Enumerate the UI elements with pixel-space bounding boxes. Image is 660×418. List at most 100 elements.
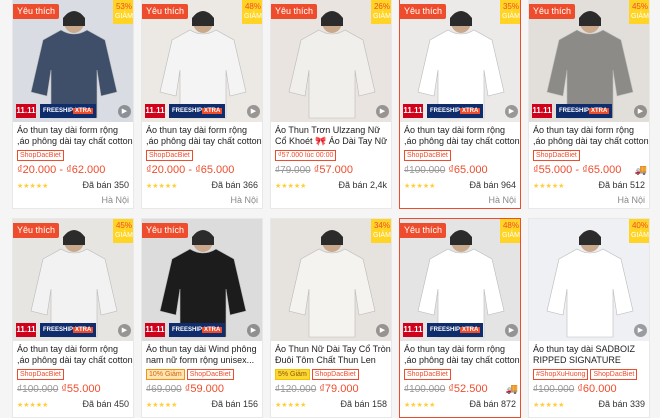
discount-word: GIẢM bbox=[631, 13, 649, 20]
discount-badge: 48% GIẢM bbox=[500, 219, 520, 243]
product-card[interactable]: Yêu thích 35% GIẢM 11.11 FREESHIP XTRA ▶ Áo thu… bbox=[399, 0, 521, 209]
product-card[interactable]: Yêu thích 48% GIẢM 11.11 FREESHIP XTRA ▶ Áo thu… bbox=[399, 218, 521, 418]
rating-stars: ★★★★★ bbox=[146, 183, 178, 190]
discount-word: GIẢM bbox=[244, 13, 262, 20]
sold-count: Đã bán 512 bbox=[598, 180, 645, 190]
product-title[interactable]: Áo Thun Trơn Ulzzang Nữ Cổ Khoét 🎀 Áo Dà… bbox=[275, 125, 391, 147]
discount-percent: 34% bbox=[373, 221, 390, 230]
favorite-badge: Yêu thích bbox=[13, 4, 60, 19]
xtra-text: XTRA bbox=[202, 108, 223, 114]
rating-stars: ★★★★★ bbox=[146, 402, 178, 409]
discount-percent: 45% bbox=[115, 221, 132, 230]
promo-banner: 11.11 FREESHIP XTRA bbox=[142, 104, 262, 120]
play-icon[interactable]: ▶ bbox=[634, 105, 647, 118]
promo-banner: 11.11 FREESHIP XTRA bbox=[13, 323, 133, 339]
product-title[interactable]: Áo thun tay dài form rộng ,áo phông dài … bbox=[404, 125, 520, 147]
original-price: ₫120.000 bbox=[275, 384, 317, 395]
discount-word: GIẢM bbox=[373, 232, 391, 239]
play-icon[interactable]: ▶ bbox=[247, 324, 260, 337]
product-badges: ₫57.000 lúc 00:00 bbox=[275, 150, 338, 161]
product-image[interactable]: 40% GIẢM ▶ bbox=[529, 219, 649, 341]
product-card[interactable]: Yêu thích 45% GIẢM 11.11 FREESHIP XTRA ▶ Áo thu… bbox=[12, 218, 134, 418]
discount-badge: 45% GIẢM bbox=[629, 0, 649, 24]
sale-1111-label: 11.11 bbox=[532, 104, 552, 118]
product-title[interactable]: Áo thun tay dài form rộng ,áo phông dài … bbox=[17, 344, 133, 366]
product-card[interactable]: Yêu thích 48% GIẢM 11.11 FREESHIP XTRA ▶ Áo thu… bbox=[141, 0, 263, 209]
product-image[interactable]: 34% GIẢM ▶ bbox=[271, 219, 391, 341]
sale-price: ₫59.000 bbox=[184, 383, 225, 395]
play-icon[interactable]: ▶ bbox=[118, 105, 131, 118]
product-badge: ShopDacBiet bbox=[533, 150, 580, 161]
play-icon[interactable]: ▶ bbox=[376, 324, 389, 337]
product-card[interactable]: Yêu thích 45% GIẢM 11.11 FREESHIP XTRA ▶ Áo thu… bbox=[528, 0, 650, 209]
product-badge: ShopDacBiet bbox=[404, 150, 451, 161]
play-icon[interactable]: ▶ bbox=[247, 105, 260, 118]
discount-percent: 26% bbox=[373, 2, 390, 11]
product-title[interactable]: Áo thun tay dài form rộng ,áo phông dài … bbox=[533, 125, 649, 147]
product-badges: 10% Giảm ShopDacBiet bbox=[146, 369, 236, 380]
original-price: ₫100.000 bbox=[404, 384, 446, 395]
product-card[interactable]: Yêu thích 26% GIẢM ▶ Áo Thun Trơn Ulzzang Nữ… bbox=[270, 0, 392, 209]
freeship-label: FREESHIP XTRA bbox=[169, 323, 226, 337]
play-icon[interactable]: ▶ bbox=[505, 105, 518, 118]
price-row: ₫55.000 - ₫65.000 bbox=[533, 164, 649, 176]
product-image[interactable]: Yêu thích 48% GIẢM 11.11 FREESHIP XTRA ▶ bbox=[142, 0, 262, 122]
promo-banner: 11.11 FREESHIP XTRA bbox=[142, 323, 262, 339]
discount-badge: 34% GIẢM bbox=[371, 219, 391, 243]
discount-badge: 26% GIẢM bbox=[371, 0, 391, 24]
sold-count: Đã bán 366 bbox=[211, 180, 258, 190]
product-image[interactable]: Yêu thích 45% GIẢM 11.11 FREESHIP XTRA ▶ bbox=[529, 0, 649, 122]
product-image[interactable]: Yêu thích 45% GIẢM 11.11 FREESHIP XTRA ▶ bbox=[13, 219, 133, 341]
product-title[interactable]: Áo thun tay dài form rộng ,áo phông dài … bbox=[17, 125, 133, 147]
sale-price: ₫55.000 bbox=[61, 383, 101, 395]
product-badges: ShopDacBiet bbox=[404, 369, 453, 380]
product-title[interactable]: Áo thun tay dài form rộng ,áo phông dài … bbox=[146, 125, 262, 147]
product-title[interactable]: Áo thun tay dài form rộng ,áo phông dài … bbox=[404, 344, 520, 366]
sold-count: Đã bán 450 bbox=[82, 399, 129, 409]
product-card[interactable]: Yêu thích 11.11 FREESHIP XTRA ▶ Áo thun tay d… bbox=[141, 218, 263, 418]
price-row: ₫20.000 - ₫65.000 bbox=[146, 164, 262, 176]
favorite-badge: Yêu thích bbox=[400, 4, 447, 19]
price-row: ₫69.000 ₫59.000 bbox=[146, 383, 262, 395]
discount-word: GIẢM bbox=[502, 13, 520, 20]
product-card[interactable]: 40% GIẢM ▶ Áo thun tay dài SADBOIZ RIPPED S… bbox=[528, 218, 650, 418]
product-badge: ShopDacBiet bbox=[590, 369, 638, 380]
discount-badge: 53% GIẢM bbox=[113, 0, 133, 24]
freeship-text: FREESHIP bbox=[43, 327, 74, 333]
product-badges: ShopDacBiet bbox=[404, 150, 453, 161]
product-badge: ShopDacBiet bbox=[17, 369, 64, 380]
product-image[interactable]: Yêu thích 11.11 FREESHIP XTRA ▶ bbox=[142, 219, 262, 341]
promo-banner: 11.11 FREESHIP XTRA bbox=[13, 104, 133, 120]
discount-badge: 48% GIẢM bbox=[242, 0, 262, 24]
price-row: ₫100.000 ₫55.000 bbox=[17, 383, 133, 395]
product-badge: ShopDacBiet bbox=[146, 150, 193, 161]
sale-price: ₫20.000 - ₫65.000 bbox=[146, 164, 235, 176]
freeship-text: FREESHIP bbox=[559, 108, 590, 114]
play-icon[interactable]: ▶ bbox=[118, 324, 131, 337]
rating-stars: ★★★★★ bbox=[17, 402, 49, 409]
freeship-label: FREESHIP XTRA bbox=[40, 323, 97, 337]
product-image[interactable]: Yêu thích 53% GIẢM 11.11 FREESHIP XTRA ▶ bbox=[13, 0, 133, 122]
sale-1111-label: 11.11 bbox=[145, 323, 165, 337]
play-icon[interactable]: ▶ bbox=[505, 324, 518, 337]
shop-location: Hà Nội bbox=[488, 195, 516, 205]
discount-percent: 35% bbox=[502, 2, 519, 11]
product-card[interactable]: Yêu thích 53% GIẢM 11.11 FREESHIP XTRA ▶ Áo thu… bbox=[12, 0, 134, 209]
freeship-text: FREESHIP bbox=[430, 108, 461, 114]
promo-banner: 11.11 FREESHIP XTRA bbox=[400, 323, 520, 339]
product-title[interactable]: Áo Thun Nữ Dài Tay Cổ Tròn Đuôi Tôm Chất… bbox=[275, 344, 391, 366]
product-image[interactable]: Yêu thích 35% GIẢM 11.11 FREESHIP XTRA ▶ bbox=[400, 0, 520, 122]
product-image[interactable]: Yêu thích 26% GIẢM ▶ bbox=[271, 0, 391, 122]
product-card[interactable]: 34% GIẢM ▶ Áo Thun Nữ Dài Tay Cổ Tròn Đuôi … bbox=[270, 218, 392, 418]
product-title[interactable]: Áo thun tay dài SADBOIZ RIPPED SIGNATURE… bbox=[533, 344, 649, 366]
product-image[interactable]: Yêu thích 48% GIẢM 11.11 FREESHIP XTRA ▶ bbox=[400, 219, 520, 341]
product-title[interactable]: Áo thun tay dài Wind phông nam nữ form r… bbox=[146, 344, 262, 366]
rating-stars: ★★★★★ bbox=[404, 402, 436, 409]
favorite-badge: Yêu thích bbox=[142, 4, 189, 19]
sold-count: Đã bán 156 bbox=[211, 399, 258, 409]
freeship-label: FREESHIP XTRA bbox=[169, 104, 226, 118]
play-icon[interactable]: ▶ bbox=[376, 105, 389, 118]
xtra-text: XTRA bbox=[202, 327, 223, 333]
product-badges: #ShopXuHuong ShopDacBiet bbox=[533, 369, 639, 380]
play-icon[interactable]: ▶ bbox=[634, 324, 647, 337]
